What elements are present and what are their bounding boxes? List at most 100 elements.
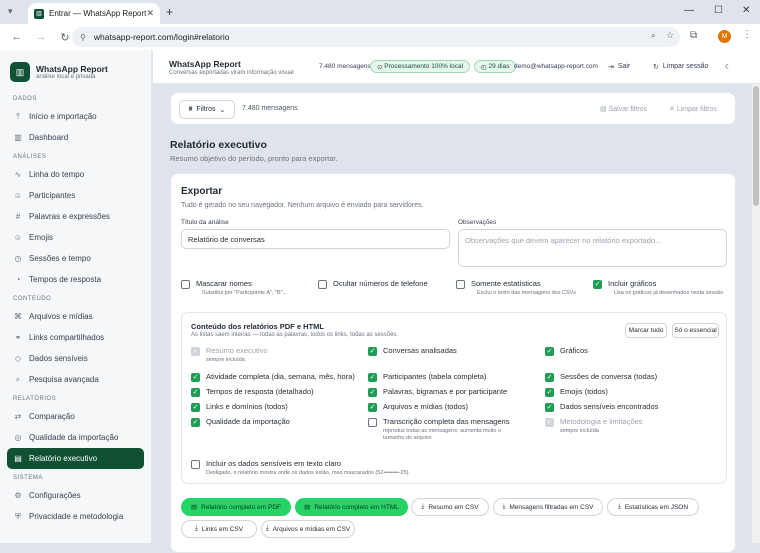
export-relatorio-completo-em-html-button[interactable]: ▤ Relatório completo em HTML bbox=[295, 498, 408, 516]
essential-only-button[interactable]: Só o essencial bbox=[672, 323, 719, 338]
content-item-checkbox[interactable]: ✓ bbox=[368, 388, 377, 397]
sidebar-item-linha-do-tempo[interactable]: ∿ Linha do tempo bbox=[7, 164, 144, 185]
export-mensagens-filtradas-em-csv-button[interactable]: ⤓ Mensagens filtradas em CSV bbox=[493, 498, 603, 516]
bookmark-star-icon[interactable]: ☆ bbox=[666, 30, 674, 41]
logout-button[interactable]: ⇥ Sair bbox=[608, 59, 630, 74]
content-item-arquivos-e-midias-todos[interactable]: ✓ Arquivos e mídias (todos) bbox=[368, 402, 468, 412]
close-icon[interactable]: ✕ bbox=[146, 8, 154, 19]
sidebar-item-links-compartilhados[interactable]: ⚭ Links compartilhados bbox=[7, 327, 144, 348]
content-item-transcricao-completa-das-mensagens[interactable]: Transcrição completa das mensagens reprod… bbox=[368, 417, 523, 442]
url-text: whatsapp-report.com/login#relatorio bbox=[93, 32, 230, 42]
content-item-checkbox[interactable]: ✓ bbox=[545, 388, 554, 397]
option-checkbox[interactable] bbox=[318, 280, 327, 289]
option-checkbox[interactable]: ✓ bbox=[593, 280, 602, 289]
sidebar-item-configuracoes[interactable]: ⚙ Configurações bbox=[7, 485, 144, 506]
content-item-emojis-todos[interactable]: ✓ Emojis (todos) bbox=[545, 387, 608, 397]
new-tab-icon[interactable]: + bbox=[166, 5, 173, 19]
page-scrollbar[interactable] bbox=[752, 84, 760, 543]
content-item-checkbox[interactable] bbox=[368, 418, 377, 427]
maximize-icon[interactable]: ☐ bbox=[714, 5, 723, 16]
option-checkbox[interactable] bbox=[456, 280, 465, 289]
option-somente-estatisticas[interactable]: Somente estatísticas Exclui o texto das m… bbox=[456, 279, 576, 297]
content-item-checkbox[interactable]: ✓ bbox=[368, 347, 377, 356]
mark-all-button[interactable]: Marcar tudo bbox=[625, 323, 667, 338]
clear-session-button[interactable]: ↻ Limpar sessão bbox=[653, 59, 708, 74]
scrollbar-thumb[interactable] bbox=[753, 86, 759, 206]
sidebar-item-dados-sensiveis[interactable]: ◇ Dados sensíveis bbox=[7, 348, 144, 369]
filters-button[interactable]: ⩩ Filtros ⌄ bbox=[179, 100, 235, 119]
content-item-palavras-bigramas-e-por-participante[interactable]: ✓ Palavras, bigramas e por participante bbox=[368, 387, 507, 397]
option-checkbox[interactable] bbox=[181, 280, 190, 289]
site-info-icon[interactable]: ⚲ bbox=[80, 33, 86, 42]
sidebar-item-tempos-de-resposta[interactable]: ◔ Tempos de resposta bbox=[7, 269, 144, 290]
minimize-icon[interactable]: — bbox=[684, 5, 694, 16]
sidebar-item-sessoes-e-tempo[interactable]: ◷ Sessões e tempo bbox=[7, 248, 144, 269]
export-button-label: Estatísticas em JSON bbox=[624, 503, 689, 511]
url-bar[interactable]: ⚲ whatsapp-report.com/login#relatorio ⌕ … bbox=[72, 27, 680, 47]
analysis-title-input[interactable]: Relatório de conversas bbox=[181, 229, 450, 249]
content-item-sessoes-de-conversa-todas[interactable]: ✓ Sessões de conversa (todas) bbox=[545, 372, 657, 382]
nav-icon: ▥ bbox=[14, 133, 22, 142]
content-item-tempos-de-resposta-detalhado[interactable]: ✓ Tempos de resposta (detalhado) bbox=[191, 387, 314, 397]
extensions-icon[interactable]: ⧉ bbox=[690, 30, 697, 41]
sidebar-item-relatorio-executivo[interactable]: ▤ Relatório executivo bbox=[7, 448, 144, 469]
content-item-atividade-completa-dia-semana-mes-hora[interactable]: ✓ Atividade completa (dia, semana, mês, h… bbox=[191, 372, 355, 382]
window-close-icon[interactable]: ✕ bbox=[742, 5, 750, 16]
profile-avatar[interactable]: M bbox=[718, 30, 731, 43]
reload-icon[interactable]: ↻ bbox=[58, 31, 72, 44]
forward-icon[interactable]: → bbox=[34, 31, 48, 43]
export-relatorio-completo-em-pdf-button[interactable]: ▤ Relatório completo em PDF bbox=[181, 498, 291, 516]
nav-icon: ⌘ bbox=[14, 312, 22, 321]
content-item-graficos[interactable]: ✓ Gráficos bbox=[545, 346, 588, 356]
sidebar-item-dashboard[interactable]: ▥ Dashboard bbox=[7, 127, 144, 148]
export-estatisticas-em-json-button[interactable]: ⤓ Estatísticas em JSON bbox=[607, 498, 699, 516]
content-item-participantes-tabela-completa[interactable]: ✓ Participantes (tabela completa) bbox=[368, 372, 486, 382]
sensitive-clear-option[interactable]: Incluir os dados sensíveis em texto clar… bbox=[191, 459, 410, 477]
export-resumo-em-csv-button[interactable]: ⤓ Resumo em CSV bbox=[411, 498, 489, 516]
content-item-checkbox[interactable]: ✓ bbox=[368, 403, 377, 412]
sidebar-item-arquivos-e-midias[interactable]: ⌘ Arquivos e mídias bbox=[7, 306, 144, 327]
topbar-title: WhatsApp Report bbox=[169, 59, 241, 69]
content-item-dados-sensiveis-encontrados[interactable]: ✓ Dados sensíveis encontrados bbox=[545, 402, 658, 412]
content-item-checkbox[interactable]: ✓ bbox=[368, 373, 377, 382]
tab-search-icon[interactable]: ▾ bbox=[8, 6, 13, 17]
sidebar-item-comparacao[interactable]: ⇄ Comparação bbox=[7, 406, 144, 427]
content-item-checkbox[interactable]: ✓ bbox=[545, 403, 554, 412]
content-item-checkbox[interactable]: ✓ bbox=[191, 373, 200, 382]
sidebar-item-participantes[interactable]: ☺ Participantes bbox=[7, 185, 144, 206]
option-ocultar-numeros-de-telefone[interactable]: Ocultar números de telefone bbox=[318, 279, 428, 289]
option-label: Ocultar números de telefone bbox=[333, 279, 428, 288]
sidebar-item-label: Início e importação bbox=[29, 112, 97, 121]
export-arquivos-e-midias-em-csv-button[interactable]: ⤓ Arquivos e mídias em CSV bbox=[261, 520, 355, 538]
export-button-label: Links em CSV bbox=[201, 525, 244, 533]
content-item-checkbox[interactable]: ✓ bbox=[191, 418, 200, 427]
export-links-em-csv-button[interactable]: ⤓ Links em CSV bbox=[181, 520, 257, 538]
option-mascarar-nomes[interactable]: Mascarar nomes Substitui por "Participant… bbox=[181, 279, 287, 297]
sidebar-item-pesquisa-avancada[interactable]: ⌕ Pesquisa avançada bbox=[7, 369, 144, 390]
content-item-checkbox[interactable]: ✓ bbox=[191, 403, 200, 412]
zoom-icon[interactable]: ⌕ bbox=[651, 30, 656, 41]
clear-filters-button[interactable]: ✕ Limpar filtros bbox=[669, 105, 717, 113]
save-filters-button[interactable]: ▤ Salvar filtros bbox=[600, 105, 647, 113]
sidebar-item-palavras-e-expressoes[interactable]: # Palavras e expressões bbox=[7, 206, 144, 227]
sidebar-item-qualidade-da-importacao[interactable]: ◎ Qualidade da importação bbox=[7, 427, 144, 448]
sidebar-item-privacidade-e-metodologia[interactable]: ⛨ Privacidade e metodologia bbox=[7, 506, 144, 527]
content-item-links-e-dominios-todos[interactable]: ✓ Links e domínios (todos) bbox=[191, 402, 288, 412]
notes-textarea[interactable]: Observações que devem aparecer no relató… bbox=[458, 229, 727, 267]
content-item-conversas-analisadas[interactable]: ✓ Conversas analisadas bbox=[368, 346, 457, 356]
nav-icon: ⚙ bbox=[14, 491, 22, 500]
sensitive-clear-checkbox[interactable] bbox=[191, 460, 200, 469]
filtered-count: 7.480 mensagens bbox=[242, 105, 298, 112]
option-incluir-graficos[interactable]: ✓ Incluir gráficos Usa os gráficos já dese… bbox=[593, 279, 723, 297]
theme-toggle-icon[interactable]: ☾ bbox=[725, 59, 731, 74]
content-item-checkbox[interactable]: ✓ bbox=[191, 388, 200, 397]
content-item-checkbox[interactable]: ✓ bbox=[545, 373, 554, 382]
content-item-qualidade-da-importacao[interactable]: ✓ Qualidade da importação bbox=[191, 417, 290, 427]
sidebar-item-inicio-e-importacao[interactable]: ⤒ Início e importação bbox=[7, 106, 144, 127]
sidebar-item-emojis[interactable]: ☺ Emojis bbox=[7, 227, 144, 248]
clear-session-label: Limpar sessão bbox=[662, 63, 709, 70]
browser-menu-icon[interactable]: ⋮ bbox=[742, 29, 752, 40]
content-item-checkbox[interactable]: ✓ bbox=[545, 347, 554, 356]
back-icon[interactable]: ← bbox=[10, 31, 24, 43]
browser-tab[interactable]: ▥ Entrar — WhatsApp Report ✕ bbox=[28, 3, 160, 24]
